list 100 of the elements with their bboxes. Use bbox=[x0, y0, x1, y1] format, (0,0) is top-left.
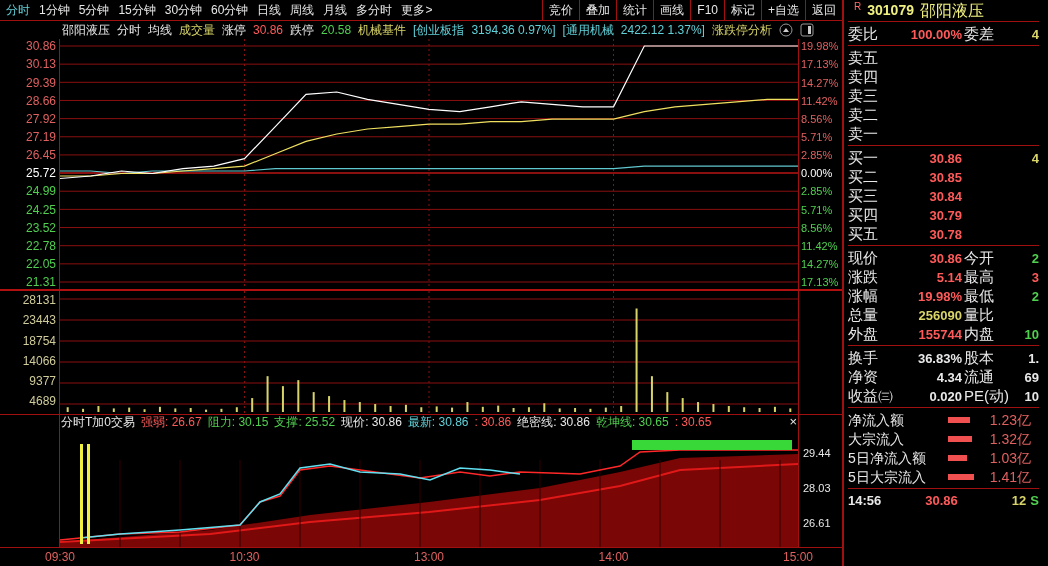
period-tab[interactable]: 更多> bbox=[401, 2, 433, 19]
quote-label: 流通 bbox=[964, 367, 995, 386]
volume-axis-label: 28131 bbox=[22, 293, 56, 308]
volume-bar bbox=[66, 407, 69, 413]
flow-bar bbox=[948, 473, 974, 480]
price-axis-label: 30.86 bbox=[25, 39, 56, 54]
indicator-value: 乾坤线: 30.65 bbox=[595, 415, 669, 430]
quote-label: 外盘 bbox=[848, 324, 879, 343]
volume-bar bbox=[451, 407, 454, 413]
period-tab[interactable]: 1分钟 bbox=[39, 2, 70, 19]
volume-bar bbox=[758, 408, 761, 413]
period-tab[interactable]: 5分钟 bbox=[78, 2, 110, 19]
toolbar-button[interactable]: F10 bbox=[690, 0, 724, 21]
chart-header-item: [通用机械 bbox=[562, 22, 614, 40]
toolbar-button[interactable]: +自选 bbox=[761, 0, 805, 21]
indicator-value: 支撑: 25.52 bbox=[274, 415, 336, 430]
period-tab[interactable]: 日线 bbox=[257, 2, 282, 19]
toolbar-button[interactable]: 画线 bbox=[653, 0, 691, 21]
period-tab[interactable]: 15分钟 bbox=[118, 2, 156, 19]
quote-label: 涨跌 bbox=[848, 267, 879, 286]
quote-value: 69 bbox=[1024, 369, 1039, 385]
indicator-axis-label: 26.61 bbox=[803, 517, 832, 530]
period-tab[interactable]: 多分时 bbox=[356, 2, 393, 19]
quote-label: 买一 bbox=[848, 148, 879, 167]
quote-label: 卖三 bbox=[848, 86, 879, 105]
volume-bar bbox=[235, 407, 238, 413]
quote-label: 卖一 bbox=[848, 124, 879, 143]
flow-label: 5日大宗流入 bbox=[848, 467, 927, 486]
percent-axis-label: 14.27% bbox=[801, 75, 840, 90]
toolbar-button[interactable]: 叠加 bbox=[579, 0, 617, 21]
quote-label: 涨幅 bbox=[848, 286, 879, 305]
price-axis-label: 29.39 bbox=[25, 75, 56, 90]
volume-bar bbox=[712, 404, 715, 413]
quote-value: 100.00% bbox=[910, 26, 962, 42]
chart-header-item: 20.58 bbox=[321, 22, 352, 40]
indicator-value: : 30.86 bbox=[474, 415, 512, 430]
toolbar-button[interactable]: 标记 bbox=[724, 0, 761, 21]
quote-label: 最高 bbox=[964, 267, 995, 286]
percent-axis-label: 2.85% bbox=[801, 148, 834, 163]
period-tab[interactable]: 60分钟 bbox=[211, 2, 249, 19]
chart-header-item: 分时 bbox=[117, 22, 141, 40]
flow-value: 1.03亿 bbox=[989, 448, 1031, 467]
period-tab[interactable]: 分时 bbox=[6, 2, 30, 19]
time-axis-label: 13:00 bbox=[413, 549, 445, 564]
quote-value: 30.79 bbox=[929, 207, 962, 223]
chart-header-item: 2422.12 1.37%] bbox=[620, 22, 705, 40]
volume-bar bbox=[512, 408, 515, 413]
close-button[interactable]: × bbox=[789, 415, 797, 430]
price-axis-label: 27.19 bbox=[25, 129, 56, 144]
volume-bar bbox=[558, 408, 561, 413]
volume-bar bbox=[589, 409, 592, 413]
percent-axis-label: 5.71% bbox=[801, 202, 834, 217]
volume-bar bbox=[420, 407, 423, 413]
quote-label: 换手 bbox=[848, 348, 879, 367]
collapse-icon[interactable] bbox=[778, 23, 793, 38]
quote-value: 10 bbox=[1024, 388, 1039, 404]
percent-axis-label: 17.13% bbox=[801, 275, 840, 290]
period-tab[interactable]: 30分钟 bbox=[164, 2, 203, 19]
period-tab[interactable]: 月线 bbox=[323, 2, 348, 19]
indicator-title: 分时T加0交易 bbox=[61, 415, 135, 430]
price-axis-label: 26.45 bbox=[25, 148, 56, 163]
indicator-value: 阻力: 30.15 bbox=[207, 415, 269, 430]
chart-header-item: 30.86 bbox=[253, 22, 284, 40]
price-axis-label: 22.05 bbox=[25, 256, 56, 271]
quote-value: 30.86 bbox=[929, 250, 962, 266]
period-tab[interactable]: 周线 bbox=[290, 2, 315, 19]
flow-bar bbox=[948, 435, 972, 442]
toolbar-button[interactable]: 返回 bbox=[805, 0, 842, 21]
quote-value: 5.14 bbox=[936, 269, 962, 285]
quote-label: 委比 bbox=[848, 24, 879, 43]
quote-label: 买三 bbox=[848, 186, 879, 205]
quote-label: 卖四 bbox=[848, 67, 879, 86]
panel-icon[interactable] bbox=[799, 23, 814, 38]
volume-bar bbox=[312, 392, 315, 413]
volume-bar bbox=[251, 398, 254, 413]
volume-bar bbox=[189, 408, 192, 413]
percent-axis-label: 5.71% bbox=[801, 129, 834, 144]
trade-side: S bbox=[1030, 491, 1039, 510]
volume-bar bbox=[82, 409, 85, 413]
volume-bar bbox=[604, 407, 607, 413]
volume-bar bbox=[358, 402, 361, 413]
volume-bar bbox=[205, 409, 208, 413]
chart-header-item: 机械基件 bbox=[358, 22, 407, 40]
volume-axis-label: 23443 bbox=[22, 313, 56, 328]
quote-value: 30.86 bbox=[929, 150, 962, 166]
time-axis-label: 09:30 bbox=[44, 549, 76, 564]
volume-bar bbox=[281, 386, 284, 413]
volume-bar bbox=[497, 405, 500, 413]
quote-value: 10 bbox=[1024, 326, 1039, 342]
time-axis-label: 15:00 bbox=[782, 549, 814, 564]
quote-value: 0.020 bbox=[929, 388, 962, 404]
quote-value: 30.78 bbox=[929, 226, 962, 242]
flow-value: 1.32亿 bbox=[989, 429, 1031, 448]
toolbar-button[interactable]: 统计 bbox=[616, 0, 654, 21]
volume-bar bbox=[574, 408, 577, 413]
toolbar-button[interactable]: 竞价 bbox=[542, 0, 580, 21]
quote-label: PE(动) bbox=[964, 386, 1010, 405]
volume-bar bbox=[650, 376, 653, 413]
percent-axis-label: 14.27% bbox=[801, 256, 840, 271]
volume-axis-label: 18754 bbox=[22, 333, 56, 348]
